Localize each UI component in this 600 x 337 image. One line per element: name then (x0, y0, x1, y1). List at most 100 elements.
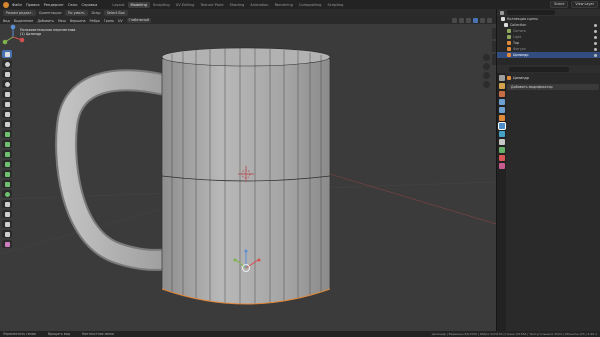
tab-sculpting[interactable]: Sculpting (150, 2, 173, 8)
shear-icon (4, 231, 10, 237)
output-tab-icon[interactable] (498, 91, 505, 97)
properties-search-input[interactable] (509, 66, 569, 72)
tab-modeling[interactable]: Modeling (127, 1, 150, 8)
rip-tool[interactable] (2, 240, 12, 248)
measure-tool[interactable] (2, 120, 12, 128)
menu-face[interactable]: Грань (104, 19, 114, 23)
bevel-tool[interactable] (2, 150, 12, 158)
menu-edge[interactable]: Ребро (90, 19, 100, 23)
camera-view-icon[interactable] (483, 72, 490, 79)
object-tab-icon[interactable] (498, 115, 505, 121)
collection-icon (501, 17, 505, 21)
menu-view[interactable]: Вид (3, 19, 10, 23)
shear-tool[interactable] (2, 230, 12, 238)
spin-tool[interactable] (2, 190, 12, 198)
visibility-eye-icon[interactable] (594, 35, 597, 39)
tool-tab-icon[interactable] (498, 75, 505, 81)
tab-shading[interactable]: Shading (227, 2, 248, 8)
outliner-row-label: Light (513, 35, 522, 39)
visibility-eye-icon[interactable] (594, 41, 597, 45)
render-tab-icon[interactable] (498, 83, 505, 89)
crosshair-icon (4, 61, 10, 67)
mode-selector[interactable]: Режим редакт. (3, 10, 36, 16)
rotate-icon (4, 81, 10, 87)
constraints-tab-icon[interactable] (498, 147, 505, 153)
visibility-eye-icon[interactable] (594, 47, 597, 51)
loop-cut-icon (4, 161, 10, 167)
outliner-row-label: Camera (513, 29, 526, 33)
visibility-eye-icon[interactable] (594, 23, 597, 27)
menu-render[interactable]: Рендеринг (44, 3, 64, 7)
scene-selector[interactable]: Scene (550, 1, 569, 8)
physics-tab-icon[interactable] (498, 139, 505, 145)
tool-shelf (2, 50, 13, 248)
orientation-selector[interactable]: По умолч. (64, 10, 89, 16)
blender-logo-icon[interactable] (3, 1, 9, 8)
menu-mesh[interactable]: Меш (58, 19, 66, 23)
solid-shading-icon[interactable] (473, 18, 478, 23)
add-modifier-button[interactable]: Добавить модификатор (507, 84, 599, 90)
wireframe-shading-icon[interactable] (466, 18, 471, 23)
menu-help[interactable]: Справка (81, 3, 97, 7)
status-hint-3: Контекстное меню (81, 332, 114, 336)
pan-hand-icon[interactable] (483, 63, 490, 70)
menu-add[interactable]: Добавить (37, 19, 54, 23)
extrude-tool[interactable] (2, 130, 12, 138)
move-tool[interactable] (2, 70, 12, 78)
mesh-object-icon (507, 76, 511, 80)
menu-uv[interactable]: UV (118, 19, 123, 23)
scale-tool[interactable] (2, 90, 12, 98)
annotate-tool[interactable] (2, 110, 12, 118)
3d-viewport[interactable]: Пользовательская перспектива (1) Цилиндр (0, 24, 496, 331)
right-panel: Коллекция сцены Collection Camera Light … (496, 9, 600, 331)
menu-file[interactable]: Файл (12, 3, 22, 7)
view-layer-selector[interactable]: View Layer (571, 1, 598, 8)
menu-select[interactable]: Выделение (14, 19, 34, 23)
scene-tab-icon[interactable] (498, 107, 505, 113)
poly-build-tool[interactable] (2, 180, 12, 188)
outliner-row[interactable]: Цилиндр (497, 52, 600, 58)
ruler-icon (4, 121, 10, 127)
menu-window[interactable]: Окно (68, 3, 78, 7)
tab-compositing[interactable]: Compositing (296, 2, 325, 8)
cursor-tool[interactable] (2, 60, 12, 68)
object-name: Цилиндр (513, 76, 529, 80)
data-tab-icon[interactable] (498, 155, 505, 161)
scale-icon (4, 91, 10, 97)
overlay-icon[interactable] (452, 18, 457, 23)
knife-tool[interactable] (2, 170, 12, 178)
filter-icon[interactable] (500, 10, 504, 15)
material-tab-icon[interactable] (498, 163, 505, 169)
edge-slide-tool[interactable] (2, 210, 12, 218)
tab-texture-paint[interactable]: Texture Paint (197, 2, 226, 8)
transform-orientation-selector[interactable]: Глобальный (126, 18, 152, 23)
tab-layout[interactable]: Layout (109, 2, 127, 8)
drag-selector[interactable]: Select Box (103, 10, 128, 16)
outliner-search-input[interactable] (507, 10, 555, 15)
tab-uv-editing[interactable]: UV Editing (173, 2, 198, 8)
ortho-grid-icon[interactable] (483, 81, 490, 88)
navigation-gizmo[interactable] (0, 24, 26, 50)
particles-tab-icon[interactable] (498, 131, 505, 137)
tab-animation[interactable]: Animation (247, 2, 271, 8)
mesh-icon (507, 53, 511, 57)
loop-cut-tool[interactable] (2, 160, 12, 168)
smooth-tool[interactable] (2, 200, 12, 208)
visibility-eye-icon[interactable] (594, 29, 597, 33)
xray-icon[interactable] (459, 18, 464, 23)
inset-tool[interactable] (2, 140, 12, 148)
menu-edit[interactable]: Правка (26, 3, 40, 7)
material-shading-icon[interactable] (480, 18, 485, 23)
rendered-shading-icon[interactable] (487, 18, 492, 23)
rotate-tool[interactable] (2, 80, 12, 88)
visibility-eye-icon[interactable] (594, 53, 597, 57)
tab-scripting[interactable]: Scripting (324, 2, 346, 8)
view-layer-tab-icon[interactable] (498, 99, 505, 105)
select-box-tool[interactable] (2, 50, 12, 58)
tab-rendering[interactable]: Rendering (272, 2, 296, 8)
zoom-icon[interactable] (483, 54, 490, 61)
shrink-tool[interactable] (2, 220, 12, 228)
transform-tool[interactable] (2, 100, 12, 108)
modifier-wrench-tab-icon[interactable] (497, 122, 506, 130)
menu-vertex[interactable]: Вершина (70, 19, 86, 23)
